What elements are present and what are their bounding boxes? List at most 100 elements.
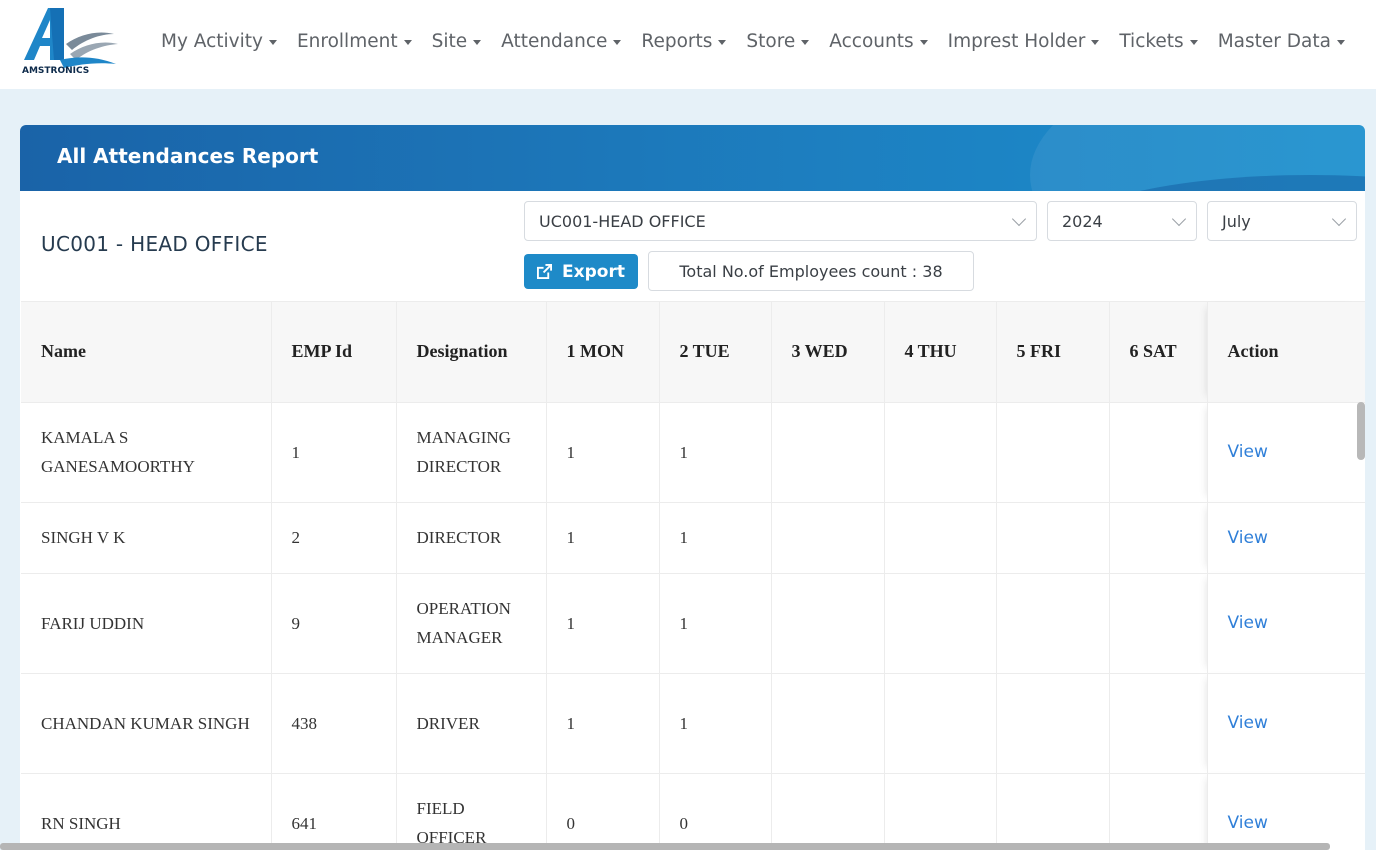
logo-text: AMSTRONICS [22,66,90,76]
card-header: All Attendances Report [20,125,1365,191]
top-navbar: AMSTRONICS My Activity Enrollment Site A… [0,0,1376,89]
external-link-icon [537,264,553,279]
cell-day [771,402,885,503]
caret-down-icon [613,39,622,45]
caret-down-icon [268,39,277,45]
cell-day [884,673,997,774]
cell-emp-id: 641 [271,773,397,850]
column-header: Action [1207,302,1365,403]
export-button[interactable]: Export [524,254,638,289]
nav-imprest-holder[interactable]: Imprest Holder [948,31,1100,52]
cell-day [1109,502,1208,574]
caret-down-icon [1189,39,1198,45]
nav-tickets[interactable]: Tickets [1119,30,1198,52]
cell-emp-id: 1 [271,402,397,503]
page-title: All Attendances Report [57,144,319,168]
nav-label: Enrollment [296,30,398,52]
export-label: Export [562,261,625,282]
cell-day: 0 [546,773,660,850]
view-link[interactable]: View [1228,713,1268,733]
nav-master-data[interactable]: Master Data [1218,31,1345,52]
cell-day [996,502,1110,574]
caret-down-icon [1091,39,1100,45]
cell-day [1109,573,1208,674]
nav-reports[interactable]: Reports [641,30,727,52]
cell-day [996,402,1110,503]
nav-label: Site [431,30,468,52]
caret-down-icon [919,39,928,45]
year-select[interactable]: 2024 [1047,201,1197,241]
view-link[interactable]: View [1228,528,1268,548]
caret-down-icon [1336,39,1345,45]
column-header[interactable]: 6 SAT [1109,302,1208,403]
column-header[interactable]: Name [21,302,272,403]
cell-action: View [1207,673,1365,774]
nav-label: Tickets [1119,30,1184,52]
view-link[interactable]: View [1228,813,1268,833]
column-header[interactable]: 4 THU [884,302,997,403]
cell-name: FARIJ UDDIN [21,573,272,674]
office-select-value: UC001-HEAD OFFICE [539,211,706,231]
nav-label: Imprest Holder [947,30,1086,52]
cell-emp-id: 438 [271,673,397,774]
nav-enrollment[interactable]: Enrollment [297,31,412,52]
column-header[interactable]: Designation [396,302,547,403]
column-header[interactable]: EMP Id [271,302,397,403]
employee-count: Total No.of Employees count : 38 [648,251,974,291]
cell-day: 1 [546,502,660,574]
attendance-report-card: All Attendances Report UC001 - HEAD OFFI… [20,125,1365,850]
nav-site[interactable]: Site [432,31,482,52]
cell-designation: MANAGING DIRECTOR [396,402,547,503]
table-row: CHANDAN KUMAR SINGH 438 DRIVER 1 1 View [21,673,1365,774]
chevron-down-icon [1331,211,1347,227]
column-header[interactable]: 5 FRI [996,302,1110,403]
cell-name: KAMALA S GANESAMOORTHY [21,402,272,503]
nav-label: Master Data [1217,30,1331,52]
nav-label: Accounts [829,30,914,52]
caret-down-icon [473,39,482,45]
nav-label: Reports [641,30,713,52]
table-row: KAMALA S GANESAMOORTHY 1 MANAGING DIRECT… [21,402,1365,503]
cell-day [996,673,1110,774]
cell-day [884,573,997,674]
chevron-down-icon [1011,211,1027,227]
office-select[interactable]: UC001-HEAD OFFICE [524,201,1037,241]
year-select-value: 2024 [1062,211,1103,231]
cell-day [884,773,997,850]
cell-designation: OPERATION MANAGER [396,573,547,674]
table-header-row: Name EMP Id Designation 1 MON 2 TUE 3 WE… [21,302,1365,403]
amstronics-logo[interactable]: AMSTRONICS [20,4,120,80]
nav-label: Attendance [501,30,608,52]
cell-day: 1 [546,573,660,674]
office-title: UC001 - HEAD OFFICE [41,232,268,256]
horizontal-scrollbar-thumb[interactable] [0,843,1330,850]
view-link[interactable]: View [1228,442,1268,462]
nav-store[interactable]: Store [746,30,810,52]
nav-label: Store [746,30,796,52]
cell-action: View [1207,573,1365,674]
cell-day: 1 [659,673,772,774]
table-row: SINGH V K 2 DIRECTOR 1 1 View [21,502,1365,574]
month-select-value: July [1222,211,1251,231]
column-header[interactable]: 3 WED [771,302,885,403]
caret-down-icon [718,39,727,45]
cell-designation: DIRECTOR [396,502,547,574]
caret-down-icon [403,39,412,45]
attendance-table-wrap: Name EMP Id Designation 1 MON 2 TUE 3 WE… [21,301,1365,850]
cell-designation: FIELD OFFICER [396,773,547,850]
cell-day [771,673,885,774]
vertical-scrollbar-thumb[interactable] [1357,402,1365,460]
cell-action: View [1207,502,1365,574]
month-select[interactable]: July [1207,201,1357,241]
nav-my-activity[interactable]: My Activity [161,31,277,52]
nav-accounts[interactable]: Accounts [829,30,928,52]
table-row: RN SINGH 641 FIELD OFFICER 0 0 View [21,773,1365,850]
cell-designation: DRIVER [396,673,547,774]
chevron-down-icon [1171,211,1187,227]
cell-day: 1 [659,402,772,503]
view-link[interactable]: View [1228,613,1268,633]
column-header[interactable]: 2 TUE [659,302,772,403]
column-header[interactable]: 1 MON [546,302,660,403]
cell-day: 1 [659,502,772,574]
nav-attendance[interactable]: Attendance [501,30,622,52]
